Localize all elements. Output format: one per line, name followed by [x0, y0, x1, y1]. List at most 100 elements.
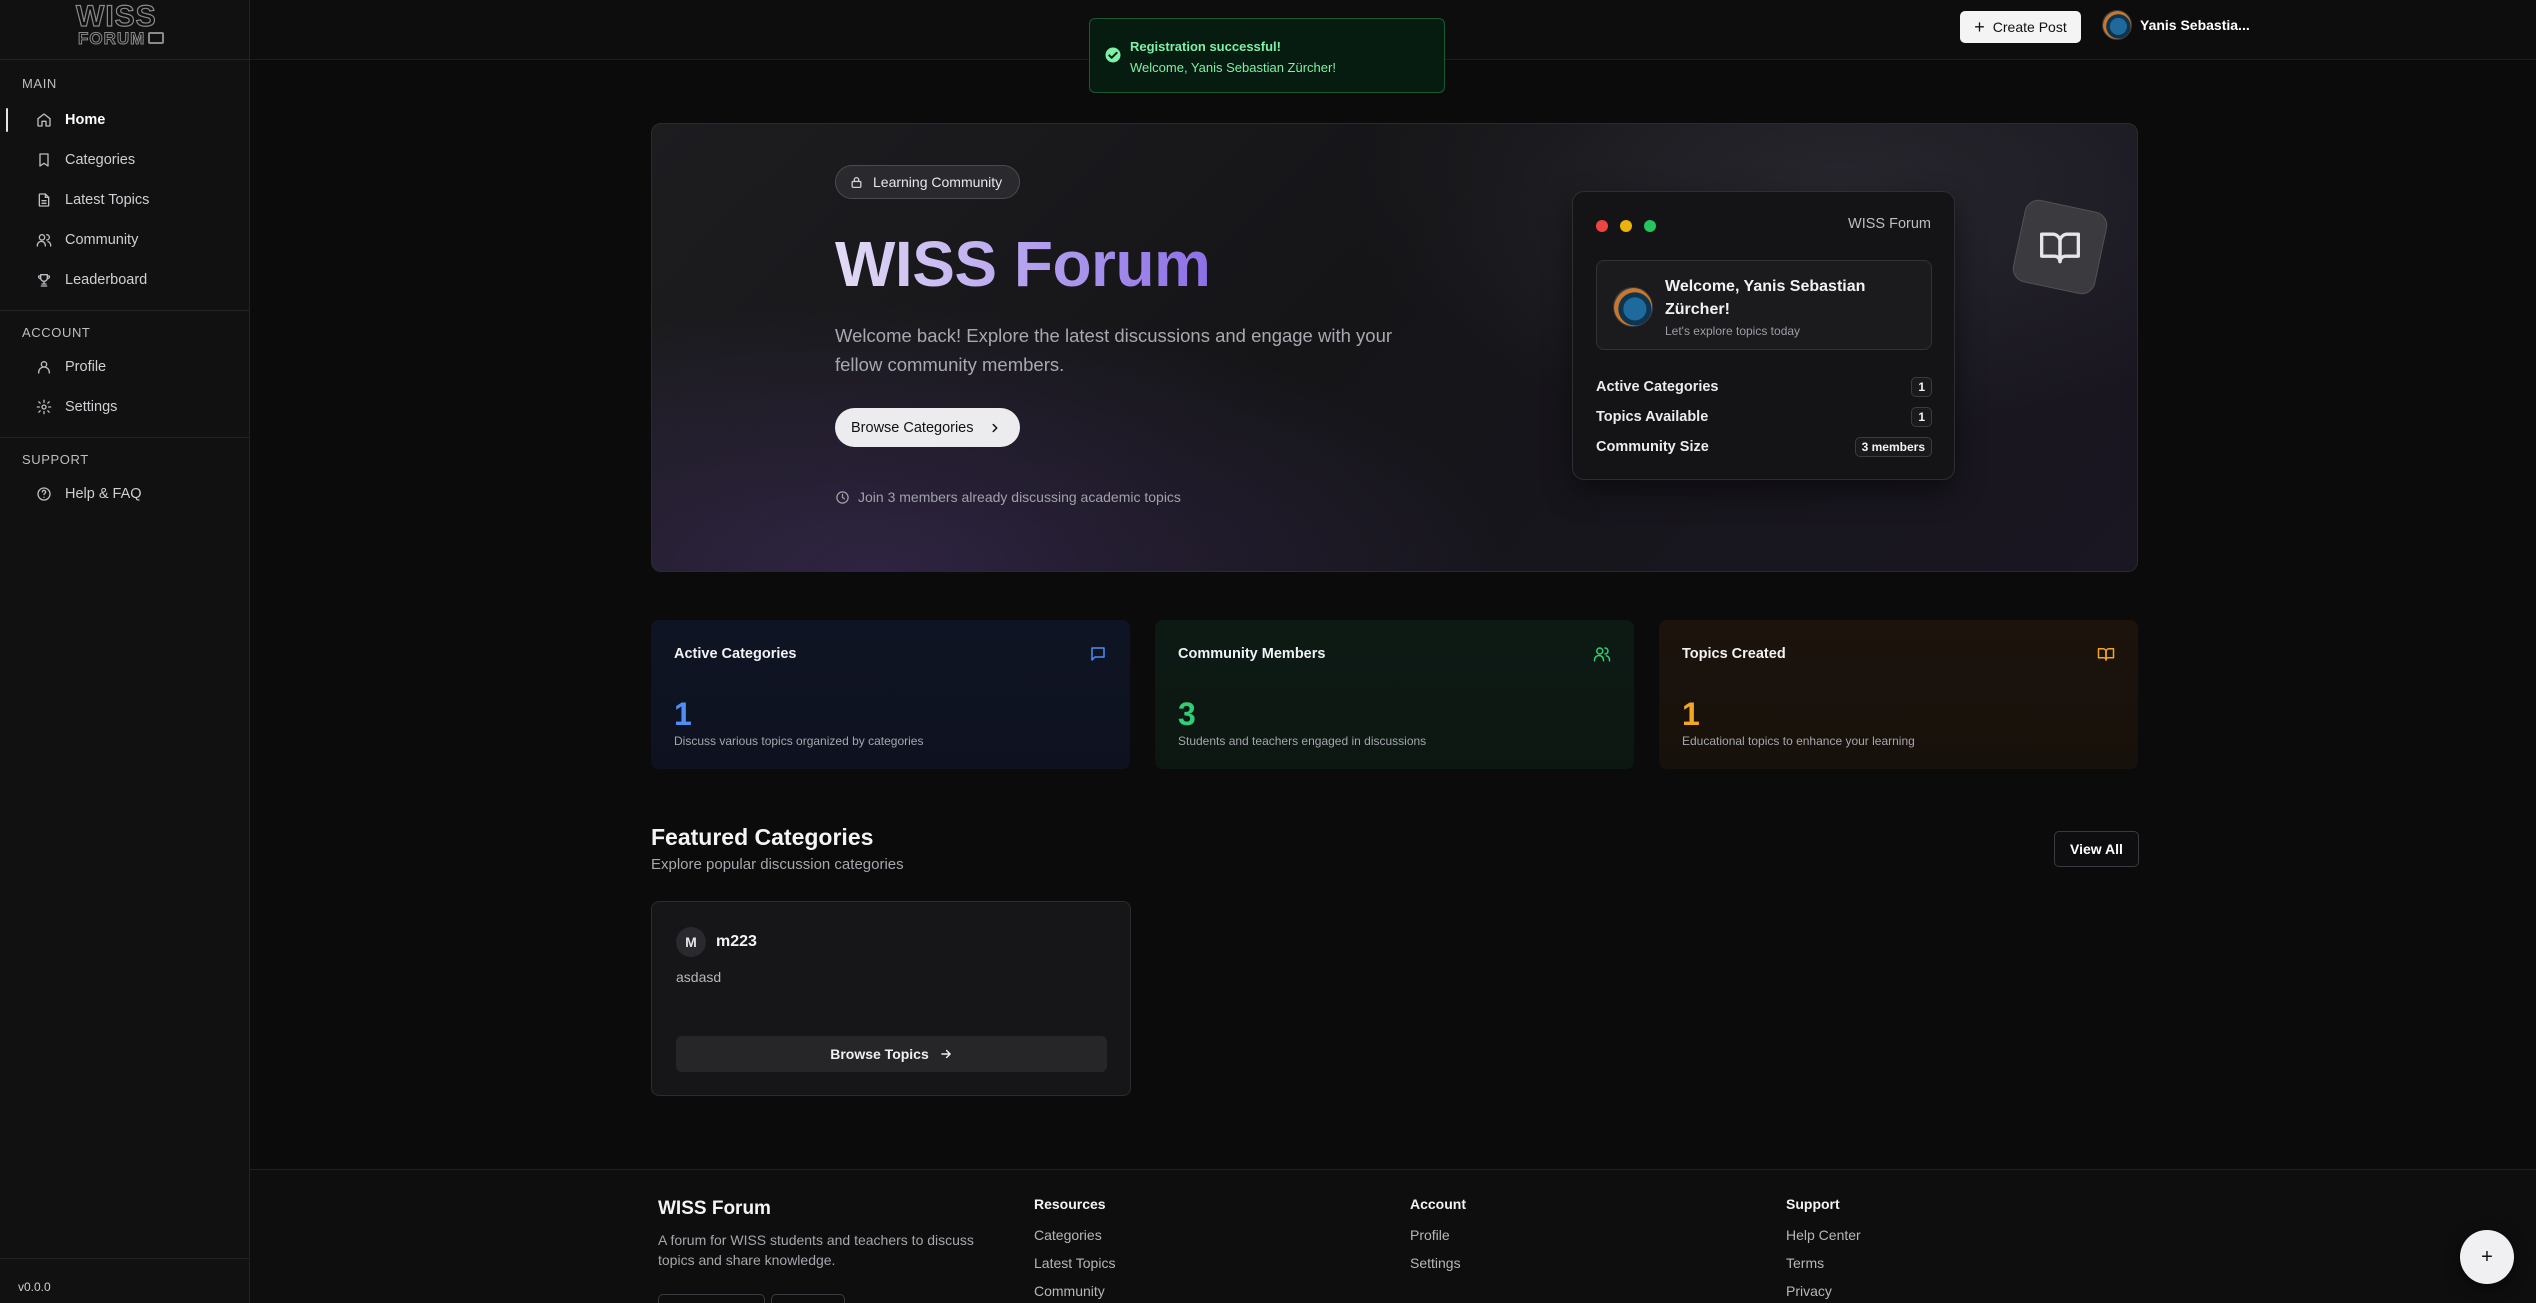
logo-text-bottom: FORUM [77, 29, 146, 48]
wiss-forum-logo[interactable]: WISS FORUM [75, 0, 166, 50]
browse-topics-label: Browse Topics [830, 1046, 929, 1062]
footer-column-title: Support [1786, 1196, 1840, 1212]
footer-link-help-center[interactable]: Help Center [1786, 1226, 1861, 1254]
user-icon [38, 361, 50, 374]
preview-stat-value: 1 [1911, 407, 1932, 427]
welcome-preview-window: WISS Forum Welcome, Yanis Sebastian Zürc… [1572, 191, 1955, 480]
book-open-icon [2040, 232, 2080, 264]
footer-link-privacy[interactable]: Privacy [1786, 1282, 1861, 1303]
nav-divider [0, 310, 249, 311]
plus-icon: + [1974, 17, 1985, 37]
preview-stat-value: 3 members [1854, 437, 1932, 457]
user-name: Yanis Sebastia... [2140, 17, 2250, 33]
nav-section-account: ACCOUNT Profile Settings [0, 323, 249, 427]
category-card[interactable]: M m223 asdasd Browse Topics [651, 901, 1131, 1096]
create-post-button[interactable]: + Create Post [1960, 11, 2081, 43]
sidebar-item-label: Help & FAQ [65, 486, 142, 502]
document-icon [38, 193, 50, 207]
sidebar-item-home[interactable]: Home [0, 100, 249, 140]
category-name: m223 [716, 933, 757, 950]
stat-value: 1 [1682, 696, 1700, 732]
preview-stat-label: Topics Available [1596, 409, 1709, 425]
featured-title: Featured Categories [651, 824, 874, 850]
stat-description: Educational topics to enhance your learn… [1682, 734, 1915, 748]
sidebar-item-label: Home [65, 112, 106, 128]
bookmark-icon [39, 153, 49, 167]
lock-icon [851, 176, 862, 188]
logo-text-top: WISS [75, 0, 157, 33]
gear-icon [36, 399, 52, 415]
footer-link-categories[interactable]: Categories [1034, 1226, 1115, 1254]
sidebar: WISS FORUM MAIN Home Categories Latest T… [0, 0, 250, 1303]
browse-categories-label: Browse Categories [851, 419, 974, 436]
sidebar-item-profile[interactable]: Profile [0, 347, 249, 387]
sidebar-item-label: Leaderboard [65, 272, 148, 288]
stat-title: Active Categories [674, 646, 797, 662]
preview-stat-label: Community Size [1596, 439, 1709, 455]
logo-area: WISS FORUM [0, 0, 249, 60]
footer-button[interactable] [658, 1294, 765, 1303]
arrow-right-icon [940, 1049, 951, 1059]
preview-stat-row: Community Size 3 members [1596, 436, 1932, 458]
category-description: asdasd [676, 969, 722, 985]
toast-title: Registration successful! [1130, 39, 1281, 54]
footer-link-community[interactable]: Community [1034, 1282, 1115, 1303]
sidebar-item-label: Profile [65, 359, 107, 375]
toast-message: Welcome, Yanis Sebastian Zürcher! [1130, 60, 1336, 75]
footer-button[interactable] [771, 1294, 845, 1303]
view-all-button[interactable]: View All [2054, 831, 2139, 867]
stat-title: Topics Created [1682, 646, 1786, 662]
join-note: Join 3 members already discussing academ… [835, 489, 1181, 505]
footer-brand: WISS Forum [658, 1198, 771, 1219]
sidebar-item-categories[interactable]: Categories [0, 140, 249, 180]
stat-description: Discuss various topics organized by cate… [674, 734, 924, 748]
footer-column-title: Account [1410, 1196, 1466, 1212]
clock-icon [836, 490, 849, 504]
hero-title: WISS Forum [835, 224, 1211, 304]
success-toast[interactable]: Registration successful! Welcome, Yanis … [1089, 18, 1445, 93]
preview-stat-value: 1 [1911, 377, 1932, 397]
browse-categories-button[interactable]: Browse Categories [835, 408, 1020, 447]
sidebar-item-community[interactable]: Community [0, 220, 249, 260]
sidebar-item-help-faq[interactable]: Help & FAQ [0, 474, 249, 514]
close-dot-icon [1596, 220, 1608, 232]
home-icon [37, 113, 51, 127]
sidebar-item-latest-topics[interactable]: Latest Topics [0, 180, 249, 220]
nav-section-title: MAIN [22, 76, 57, 91]
footer-description: A forum for WISS students and teachers t… [658, 1232, 974, 1268]
book-tile [2010, 197, 2110, 297]
window-controls [1596, 220, 1656, 232]
hero-subtitle: Welcome back! Explore the latest discuss… [835, 325, 1393, 375]
footer-column-account: Account Profile Settings [1410, 1196, 1466, 1282]
nav-section-main: MAIN Home Categories Latest Topics Commu… [0, 74, 249, 300]
stat-value: 1 [674, 696, 692, 732]
nav-section-title: ACCOUNT [22, 325, 91, 340]
preview-stat-row: Active Categories 1 [1596, 376, 1932, 398]
category-initial-badge: M [676, 927, 706, 957]
minimize-dot-icon [1620, 220, 1632, 232]
user-menu[interactable]: Yanis Sebastia... [2102, 10, 2250, 40]
footer-link-latest-topics[interactable]: Latest Topics [1034, 1254, 1115, 1282]
help-circle-icon [37, 487, 51, 501]
app-version: v0.0.0 [0, 1258, 250, 1303]
sidebar-item-label: Community [65, 232, 139, 248]
chevron-right-icon [991, 423, 998, 432]
check-circle-icon [1105, 47, 1121, 63]
users-icon [1593, 647, 1611, 662]
footer-social-buttons [658, 1294, 845, 1303]
join-text: Join 3 members already discussing academ… [858, 489, 1181, 505]
sidebar-item-label: Latest Topics [65, 192, 150, 208]
welcome-card: Welcome, Yanis Sebastian Zürcher! Let's … [1596, 260, 1932, 350]
browse-topics-button[interactable]: Browse Topics [676, 1036, 1107, 1072]
hero-section: Learning Community WISS Forum Welcome ba… [651, 123, 2138, 572]
stat-value: 3 [1178, 696, 1196, 732]
footer-link-profile[interactable]: Profile [1410, 1226, 1466, 1254]
floating-add-button[interactable]: + [2460, 1230, 2514, 1284]
footer-link-terms[interactable]: Terms [1786, 1254, 1861, 1282]
trophy-icon [37, 274, 51, 287]
sidebar-item-settings[interactable]: Settings [0, 387, 249, 427]
stat-description: Students and teachers engaged in discuss… [1178, 734, 1427, 748]
nav-divider [0, 437, 249, 438]
sidebar-item-leaderboard[interactable]: Leaderboard [0, 260, 249, 300]
footer-link-settings[interactable]: Settings [1410, 1254, 1466, 1282]
